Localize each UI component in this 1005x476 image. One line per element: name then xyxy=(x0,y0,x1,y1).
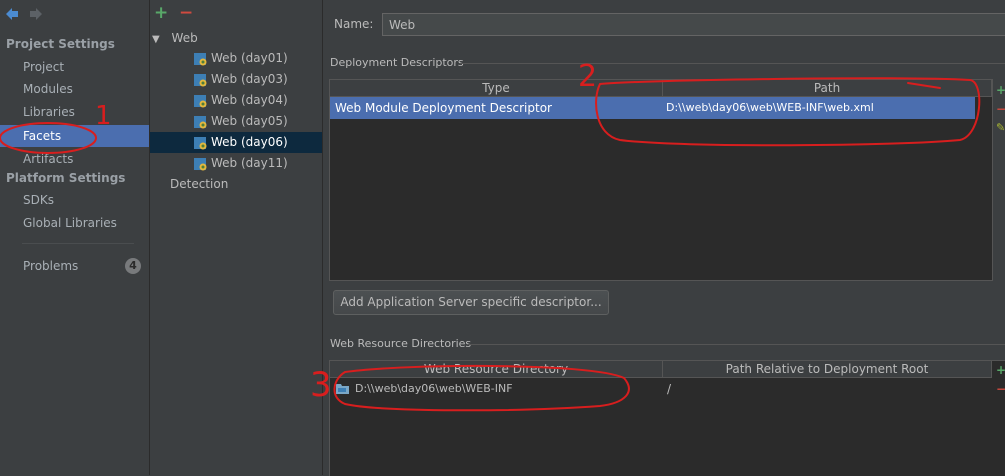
web-facet-icon xyxy=(194,95,207,108)
nav-item-facets[interactable]: Facets xyxy=(0,125,149,147)
web-resource-directory-cell: D:\\web\day06\web\WEB-INF xyxy=(355,382,513,395)
deployment-descriptors-table: Type Path Web Module Deployment Descript… xyxy=(329,79,993,281)
web-resource-directories-table: Web Resource Directory Path Relative to … xyxy=(329,360,1005,476)
section-divider xyxy=(460,63,1005,64)
column-header-relative-path[interactable]: Path Relative to Deployment Root xyxy=(663,361,992,378)
nav-item-sdks[interactable]: SDKs xyxy=(0,189,149,211)
web-facet-icon xyxy=(194,53,207,66)
web-resource-table-tools: + − xyxy=(996,364,1005,396)
add-descriptor-icon[interactable]: + xyxy=(996,84,1005,100)
tree-item-web-day05[interactable]: Web (day05) xyxy=(150,111,322,132)
add-server-descriptor-button[interactable]: Add Application Server specific descript… xyxy=(333,290,609,315)
column-header-type[interactable]: Type xyxy=(330,80,663,97)
nav-item-modules[interactable]: Modules xyxy=(0,78,149,100)
tree-item-detection[interactable]: Detection xyxy=(170,177,228,191)
tree-item-web-day06[interactable]: Web (day06) xyxy=(150,132,322,153)
table-row[interactable]: D:\\web\day06\web\WEB-INF / xyxy=(330,378,992,400)
tree-item-web-day11[interactable]: Web (day11) xyxy=(150,153,322,174)
column-header-web-resource-directory[interactable]: Web Resource Directory xyxy=(330,361,663,378)
remove-descriptor-icon[interactable]: − xyxy=(996,100,1005,116)
tree-item-web-day03[interactable]: Web (day03) xyxy=(150,69,322,90)
table-row[interactable]: Web Module Deployment Descriptor D:\\web… xyxy=(330,97,975,119)
settings-sidebar: Project Settings Project Modules Librari… xyxy=(0,0,150,475)
web-facet-icon xyxy=(194,158,207,171)
nav-item-artifacts[interactable]: Artifacts xyxy=(0,148,149,170)
web-facet-icon xyxy=(194,74,207,87)
edit-descriptor-icon[interactable]: ✎ xyxy=(996,116,1005,134)
web-facet-icon xyxy=(194,137,207,150)
name-label: Name: xyxy=(334,17,374,31)
add-web-resource-icon[interactable]: + xyxy=(996,364,1005,380)
tree-root-web[interactable]: ▼ Web xyxy=(152,29,198,47)
problems-count-badge: 4 xyxy=(125,258,141,274)
deployment-table-tools: + − ✎ xyxy=(996,84,1005,134)
nav-item-global-libraries[interactable]: Global Libraries xyxy=(0,212,149,234)
folder-icon xyxy=(336,384,349,394)
web-facet-icon xyxy=(194,116,207,129)
deployment-descriptors-title: Deployment Descriptors xyxy=(330,56,464,69)
back-arrow-icon[interactable] xyxy=(4,6,20,22)
remove-web-resource-icon[interactable]: − xyxy=(996,380,1005,396)
section-divider xyxy=(468,344,1005,345)
project-settings-heading: Project Settings xyxy=(6,37,115,51)
nav-separator xyxy=(22,243,134,244)
expand-toggle-icon[interactable]: ▼ xyxy=(152,34,160,45)
descriptor-type-cell: Web Module Deployment Descriptor xyxy=(335,101,552,115)
web-resource-directories-title: Web Resource Directories xyxy=(330,337,472,350)
nav-item-libraries[interactable]: Libraries xyxy=(0,101,149,123)
remove-facet-button[interactable]: − xyxy=(179,4,193,22)
facet-name-input[interactable]: Web xyxy=(382,13,1005,36)
nav-item-project[interactable]: Project xyxy=(0,56,149,78)
add-facet-button[interactable]: + xyxy=(154,4,168,22)
descriptor-path-cell: D:\\web\day06\web\WEB-INF\web.xml xyxy=(666,101,874,114)
column-header-path[interactable]: Path xyxy=(663,80,992,97)
forward-arrow-icon[interactable] xyxy=(28,6,44,22)
relative-path-cell: / xyxy=(667,382,672,396)
tree-root-label: Web xyxy=(171,31,198,45)
platform-settings-heading: Platform Settings xyxy=(6,171,126,185)
tree-item-web-day04[interactable]: Web (day04) xyxy=(150,90,322,111)
tree-item-web-day01[interactable]: Web (day01) xyxy=(150,48,322,69)
